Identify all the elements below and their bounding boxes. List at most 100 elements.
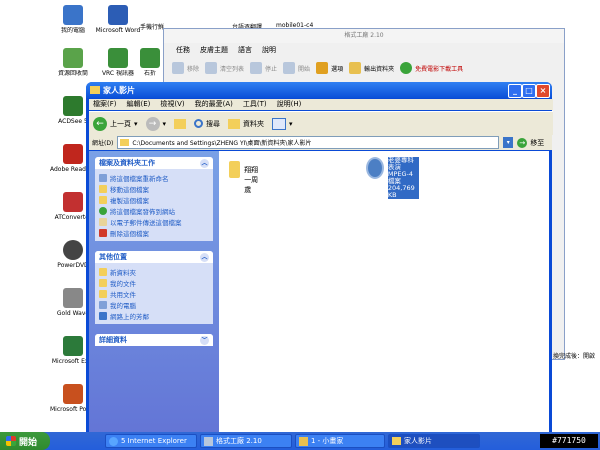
- taskbar-item-paint[interactable]: 1 - 小畫家: [295, 434, 385, 448]
- search-button[interactable]: 搜尋: [194, 119, 220, 129]
- task-move[interactable]: 移動這個檔案: [99, 183, 209, 194]
- free-movie-download-button[interactable]: 免費電影下載工具: [400, 62, 463, 74]
- menu-edit[interactable]: 編輯(E): [127, 99, 151, 110]
- quicktime-file-icon: [366, 157, 384, 179]
- menu-help[interactable]: 說明: [262, 43, 276, 57]
- paint-icon: [299, 436, 308, 446]
- address-bar: 網址(D) C:\Documents and Settings\ZHENG YI…: [89, 135, 552, 150]
- explorer-titlebar[interactable]: 家人影片 _ □ ×: [86, 82, 552, 98]
- file-size: 204,769 KB: [387, 185, 419, 199]
- collapse-chevron-icon[interactable]: ︿: [200, 252, 209, 262]
- file-name: 翔翔一周歲: [244, 166, 259, 194]
- task-email[interactable]: 以電子郵件傳送這個檔案: [99, 216, 209, 227]
- menu-skin[interactable]: 皮膚主題: [200, 43, 228, 57]
- desktop-icon-label: VRC 視訊器: [101, 70, 135, 77]
- recycle-bin-icon: [63, 48, 83, 68]
- download-icon: [400, 62, 413, 74]
- desktop-icon-recycle-bin[interactable]: 資源回收筒: [50, 48, 96, 77]
- task-publish[interactable]: 將這個檔案發佈到網站: [99, 205, 209, 216]
- details-header[interactable]: 詳細資料 ﹀: [95, 334, 213, 346]
- menu-file[interactable]: 檔案(F): [93, 99, 117, 110]
- task-copy[interactable]: 複製這個檔案: [99, 194, 209, 205]
- desktop-icon-word[interactable]: Microsoft Word: [95, 5, 141, 34]
- menu-view[interactable]: 檢視(V): [160, 99, 184, 110]
- other-places-panel: 其他位置 ︿ 新資料夾 我的文件 共用文件 我的電腦 網路上的芳鄰: [95, 251, 213, 324]
- computer-icon: [99, 300, 107, 309]
- folders-button[interactable]: 資料夾: [228, 118, 264, 129]
- taskbar-item-format-factory[interactable]: 格式工廠 2.10: [200, 434, 292, 448]
- folders-icon: [228, 118, 241, 129]
- options-button[interactable]: 選項: [316, 62, 343, 74]
- menu-language[interactable]: 語言: [238, 43, 252, 57]
- minimize-button[interactable]: _: [508, 84, 522, 98]
- window-title: 家人影片: [103, 85, 135, 95]
- file-tasks-header[interactable]: 檔案及資料夾工作 ︿: [95, 157, 213, 169]
- file-item-video[interactable]: 老婆專科表演 MPEG-4 檔案 204,769 KB: [366, 157, 419, 199]
- partial-icon: [140, 48, 160, 68]
- powerpoint-icon: [63, 384, 83, 404]
- collapse-chevron-icon[interactable]: ︿: [200, 158, 209, 168]
- desktop-icon-label: 資源回收筒: [57, 70, 88, 77]
- chevron-down-icon: ▾: [289, 119, 293, 128]
- go-button[interactable]: → 移至: [517, 137, 544, 148]
- task-pane: 檔案及資料夾工作 ︿ 將這個檔案重新命名 移動這個檔案 複製這個檔案 將這個檔案發…: [89, 151, 219, 434]
- place-shared-documents[interactable]: 共用文件: [99, 288, 209, 299]
- details-panel: 詳細資料 ﹀: [95, 334, 213, 346]
- start-button[interactable]: 開始: [0, 432, 50, 450]
- desktop-label-1: 手機行鮮: [140, 24, 165, 31]
- stop-button[interactable]: 停止: [250, 62, 277, 74]
- clear-icon: [205, 62, 218, 74]
- address-value: C:\Documents and Settings\ZHENG YI\桌面\新資…: [132, 140, 312, 147]
- taskbar-item-ie[interactable]: 5 Internet Explorer: [105, 434, 197, 448]
- options-icon: [316, 62, 329, 74]
- clear-list-button[interactable]: 清空列表: [205, 62, 244, 74]
- file-name: 老婆專科表演: [387, 157, 419, 171]
- explorer-toolbar: ← 上一頁 ▾ → ▾ 搜尋 資料夾 ▾: [89, 111, 553, 135]
- desktop-icon-vrc[interactable]: VRC 視訊器: [95, 48, 141, 77]
- conversion-done-label: 換完成後：開啟: [553, 353, 596, 360]
- format-factory-title: 格式工廠 2.10: [164, 29, 564, 43]
- task-delete[interactable]: 刪除這個檔案: [99, 227, 209, 238]
- folder-icon: [90, 86, 100, 94]
- back-button[interactable]: ← 上一頁 ▾: [93, 116, 138, 131]
- place-my-computer[interactable]: 我的電腦: [99, 299, 209, 310]
- views-icon: [272, 117, 287, 130]
- rename-icon: [99, 173, 107, 182]
- search-icon: [194, 119, 204, 128]
- other-places-header[interactable]: 其他位置 ︿: [95, 251, 213, 263]
- remove-icon: [172, 62, 184, 74]
- place-network[interactable]: 網路上的芳鄰: [99, 310, 209, 321]
- menu-task[interactable]: 任務: [176, 43, 190, 57]
- menu-tools[interactable]: 工具(T): [243, 99, 267, 110]
- file-item-folder[interactable]: 翔翔一周歲: [229, 161, 262, 195]
- maximize-button[interactable]: □: [522, 84, 536, 98]
- my-computer-icon: [63, 5, 83, 25]
- close-button[interactable]: ×: [536, 84, 550, 98]
- output-folder-button[interactable]: 輸出資料夾: [349, 62, 394, 74]
- up-folder-button[interactable]: [174, 118, 187, 129]
- menu-favorites[interactable]: 我的最愛(A): [195, 99, 233, 110]
- adobe-reader-icon: [63, 144, 83, 164]
- ie-icon: [109, 436, 118, 446]
- watermark: #771750: [540, 434, 598, 448]
- place-new-folder[interactable]: 新資料夾: [99, 266, 209, 277]
- address-field[interactable]: C:\Documents and Settings\ZHENG YI\桌面\新資…: [117, 136, 500, 149]
- address-dropdown[interactable]: ▾: [503, 137, 514, 148]
- desktop-icon-label: 我的電腦: [60, 27, 85, 34]
- chevron-down-icon: ▾: [162, 119, 167, 128]
- start-icon: [283, 62, 296, 74]
- atconverter-icon: [63, 192, 83, 212]
- menu-help[interactable]: 說明(H): [277, 99, 302, 110]
- desktop-icon-partial[interactable]: 右折: [138, 48, 162, 77]
- forward-button[interactable]: → ▾: [145, 116, 167, 131]
- task-rename[interactable]: 將這個檔案重新命名: [99, 172, 209, 183]
- explorer-menubar: 檔案(F) 編輯(E) 檢視(V) 我的最愛(A) 工具(T) 說明(H): [89, 99, 553, 110]
- place-my-documents[interactable]: 我的文件: [99, 277, 209, 288]
- expand-chevron-icon[interactable]: ﹀: [200, 335, 209, 345]
- taskbar-item-explorer[interactable]: 家人影片: [388, 434, 480, 448]
- explorer-window[interactable]: 家人影片 _ □ × 檔案(F) 編輯(E) 檢視(V) 我的最愛(A) 工具(…: [86, 82, 553, 434]
- start-button[interactable]: 開始: [283, 62, 310, 74]
- desktop-icon-my-computer[interactable]: 我的電腦: [50, 5, 96, 34]
- views-button[interactable]: ▾: [272, 117, 293, 130]
- remove-button[interactable]: 移除: [172, 62, 199, 74]
